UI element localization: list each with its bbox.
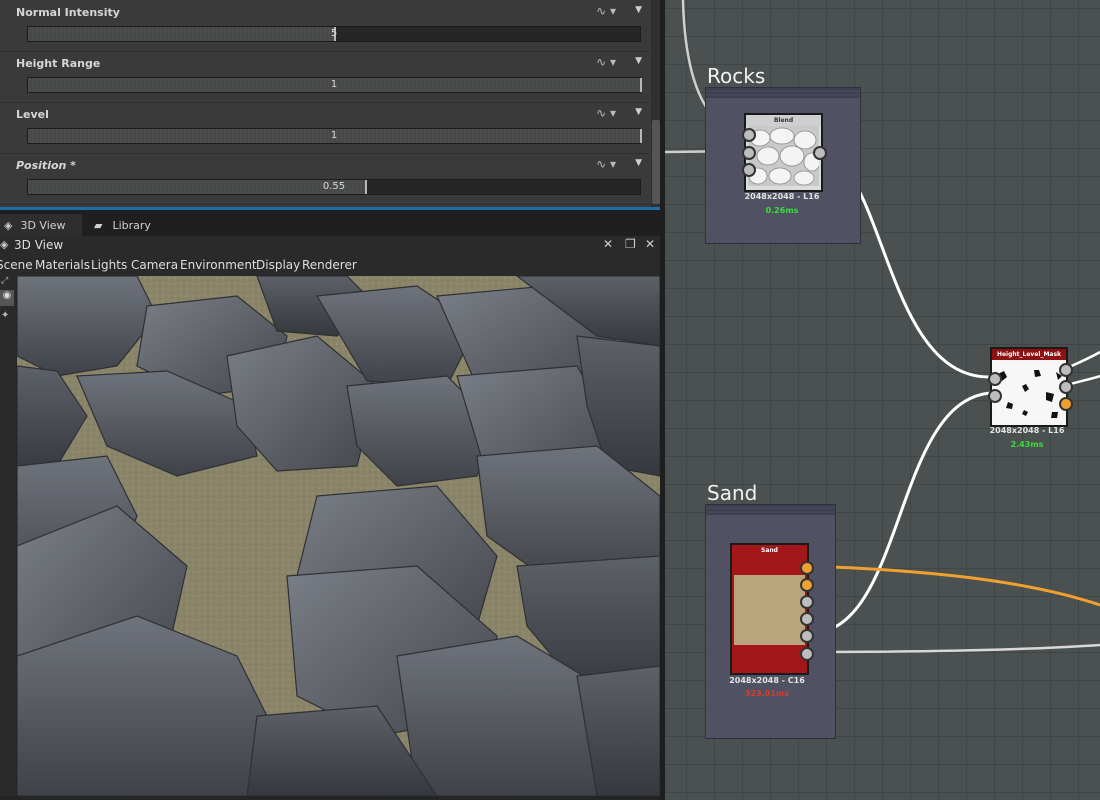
dropdown-arrow-icon[interactable]: ▼	[635, 5, 642, 15]
view-menu-bar: Scene Materials Lights Camera Environmen…	[0, 256, 662, 276]
function-curve-icon[interactable]: ∿ ▾	[596, 55, 616, 69]
node-time: 323.01ms	[745, 689, 789, 698]
scrollbar-thumb[interactable]	[652, 120, 660, 204]
node-title: Blend	[746, 115, 821, 126]
output-port[interactable]	[1059, 380, 1073, 394]
param-slider[interactable]: 1	[27, 128, 642, 144]
fit-view-icon[interactable]: ⤢	[1, 276, 8, 286]
output-port[interactable]	[800, 647, 814, 661]
output-port[interactable]	[1059, 397, 1073, 411]
slider-value: 1	[330, 79, 338, 90]
node-graph[interactable]: Rocks Blend 2048x2048 - L16 0.26ms Heigh…	[665, 0, 1100, 800]
menu-lights[interactable]: Lights	[91, 258, 127, 272]
node-thumbnail	[994, 362, 1064, 422]
view-title-bar: ◈ 3D View ✕ ❐ ✕	[0, 236, 662, 256]
menu-display[interactable]: Display	[256, 258, 300, 272]
view-title: 3D View	[14, 238, 64, 252]
node-title: Height_Level_Mask	[992, 349, 1066, 360]
param-row-normal-intensity: Normal Intensity ∿ ▾ ▼ 5	[0, 0, 650, 52]
menu-camera[interactable]: Camera	[131, 258, 178, 272]
input-port[interactable]	[742, 146, 756, 160]
menu-environment[interactable]: Environment	[180, 258, 257, 272]
cube-icon: ◈	[4, 218, 13, 232]
cube-icon: ◈	[0, 238, 9, 251]
frame-title-rocks: Rocks	[707, 64, 766, 88]
restore-icon[interactable]: ❐	[625, 237, 636, 251]
close-icon[interactable]: ✕	[645, 237, 655, 251]
3d-viewport[interactable]	[17, 276, 660, 796]
output-port[interactable]	[800, 595, 814, 609]
node-time: 2.43ms	[1010, 440, 1044, 449]
node-height-level-mask[interactable]: Height_Level_Mask	[990, 347, 1068, 427]
param-row-level: Level ∿ ▾ ▼ 1	[0, 102, 650, 154]
param-label: Position *	[16, 159, 76, 172]
param-label: Height Range	[16, 57, 101, 70]
output-port[interactable]	[1059, 363, 1073, 377]
function-curve-icon[interactable]: ∿ ▾	[596, 106, 616, 120]
slider-value: 1	[330, 130, 338, 141]
output-port[interactable]	[813, 146, 827, 160]
input-port[interactable]	[988, 372, 1002, 386]
node-resolution: 2048x2048 - L16	[744, 192, 820, 201]
camera-icon[interactable]: ◉	[0, 290, 14, 306]
node-resolution: 2048x2048 - L16	[989, 426, 1065, 435]
wire[interactable]	[805, 643, 1100, 654]
slider-value: 0.55	[322, 181, 346, 192]
output-port[interactable]	[800, 612, 814, 626]
node-time: 0.26ms	[765, 206, 799, 215]
wand-icon[interactable]: ✦	[1, 310, 9, 321]
dropdown-arrow-icon[interactable]: ▼	[635, 158, 642, 168]
param-row-position: Position * ∿ ▾ ▼ 0.55	[0, 153, 650, 205]
param-slider[interactable]: 0.55	[27, 179, 641, 195]
tab-label: Library	[112, 218, 151, 232]
function-curve-icon[interactable]: ∿ ▾	[596, 4, 616, 18]
output-port[interactable]	[800, 578, 814, 592]
slider-value: 5	[330, 28, 338, 39]
input-port[interactable]	[742, 128, 756, 142]
node-thumbnail	[734, 575, 805, 645]
frame-title-sand: Sand	[707, 481, 758, 505]
param-slider[interactable]: 5	[27, 26, 641, 42]
input-port[interactable]	[988, 389, 1002, 403]
node-title: Sand	[732, 545, 807, 556]
param-row-height-range: Height Range ∿ ▾ ▼ 1	[0, 51, 650, 103]
tab-3d-view[interactable]: ◈ 3D View	[0, 214, 82, 236]
param-label: Level	[16, 108, 49, 121]
tab-library[interactable]: ▰ Library	[92, 214, 172, 236]
node-thumbnail	[748, 126, 819, 186]
wire[interactable]	[814, 391, 992, 635]
parameters-panel: Normal Intensity ∿ ▾ ▼ 5 Height Range ∿ …	[0, 0, 662, 207]
folder-icon: ▰	[94, 218, 103, 232]
output-port[interactable]	[800, 561, 814, 575]
frame-header	[706, 505, 835, 515]
dropdown-arrow-icon[interactable]: ▼	[635, 56, 642, 66]
param-label: Normal Intensity	[16, 6, 120, 19]
menu-scene[interactable]: Scene	[0, 258, 33, 272]
pin-icon[interactable]: ✕	[603, 237, 613, 251]
node-resolution: 2048x2048 - C16	[729, 676, 805, 685]
3d-view-panel: ◈ 3D View ▰ Library ◈ 3D View ✕ ❐ ✕ Scen…	[0, 207, 662, 800]
viewport-toolbar: ⤢ ◉ ✦	[0, 276, 16, 796]
output-port[interactable]	[800, 629, 814, 643]
input-port[interactable]	[742, 163, 756, 177]
param-slider[interactable]: 1	[27, 77, 642, 93]
viewport-render	[17, 276, 660, 796]
wire[interactable]	[805, 564, 1100, 607]
node-sand[interactable]: Sand	[730, 543, 809, 675]
dropdown-arrow-icon[interactable]: ▼	[635, 107, 642, 117]
dock-tab-bar: ◈ 3D View ▰ Library	[0, 207, 662, 236]
frame-header	[706, 88, 860, 98]
menu-renderer[interactable]: Renderer	[302, 258, 357, 272]
tab-label: 3D View	[20, 218, 66, 232]
function-curve-icon[interactable]: ∿ ▾	[596, 157, 616, 171]
menu-materials[interactable]: Materials	[35, 258, 90, 272]
